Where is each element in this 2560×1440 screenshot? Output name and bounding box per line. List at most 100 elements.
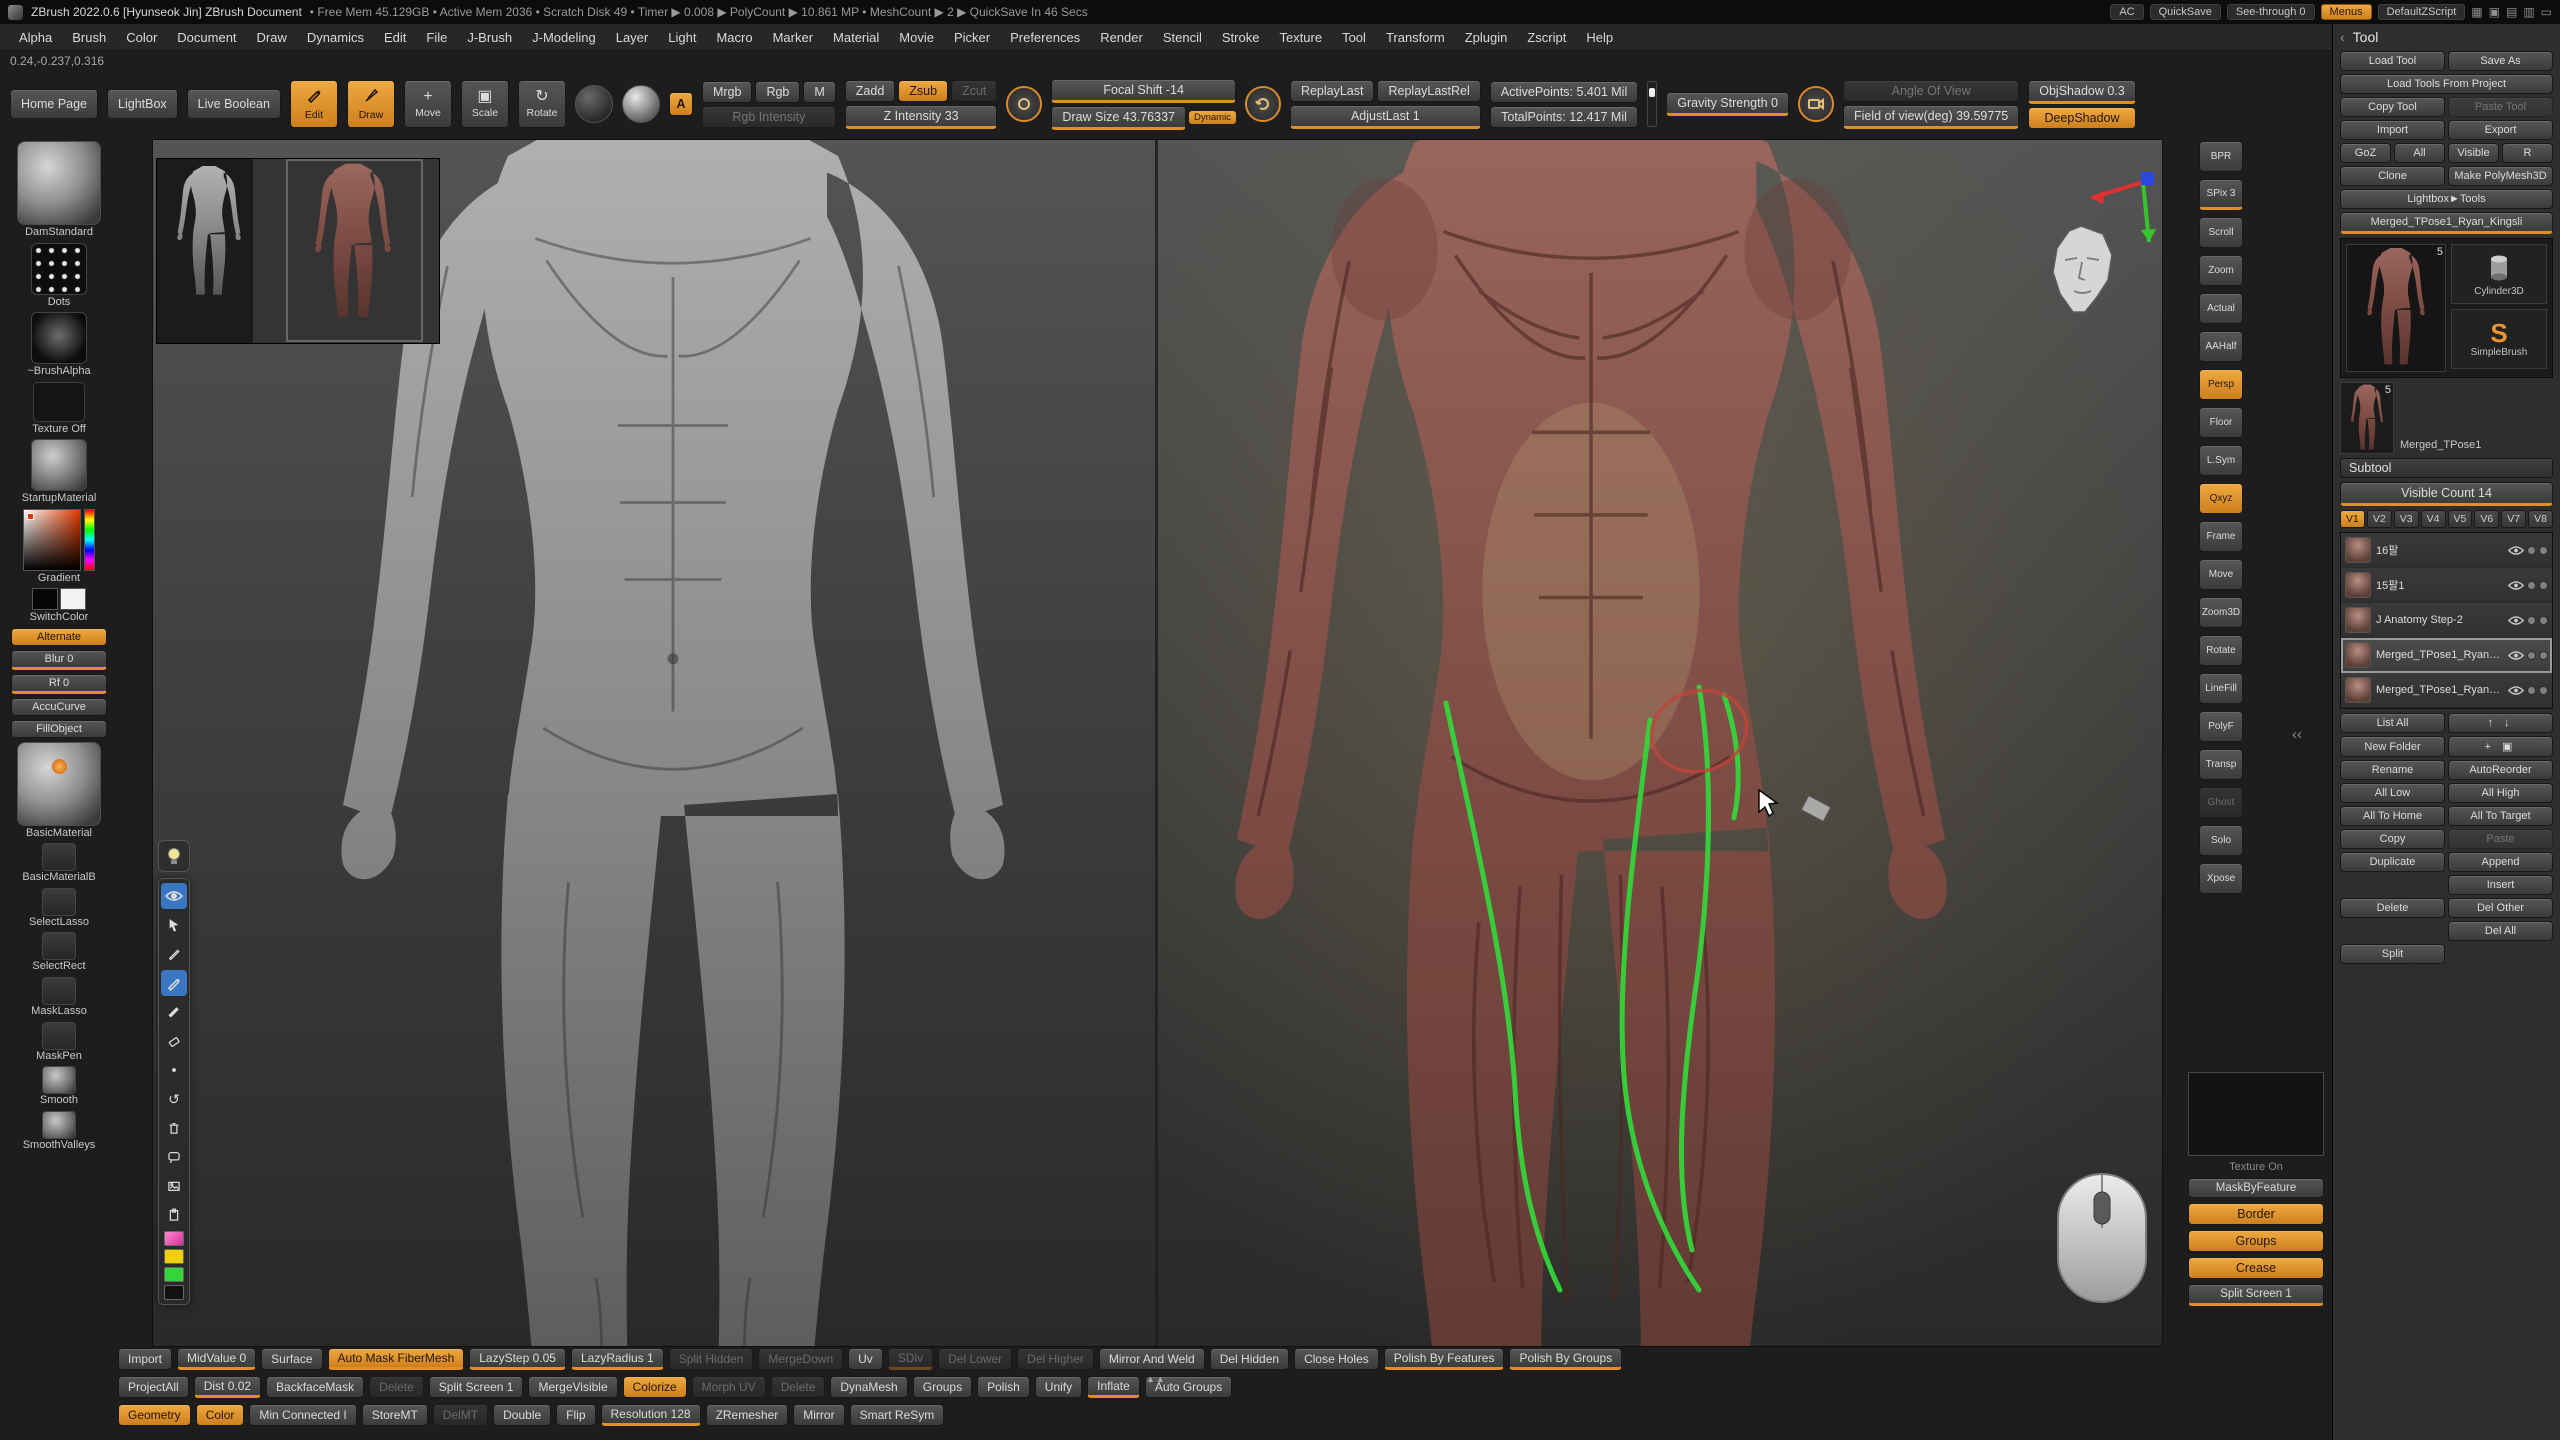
titlebar-chip[interactable]: Menus xyxy=(2321,4,2372,20)
subtool-section-header[interactable]: Subtool xyxy=(2340,458,2553,478)
subtool-action-button[interactable]: List All xyxy=(2340,713,2445,733)
tool-panel-header[interactable]: ‹ Tool xyxy=(2340,27,2553,47)
replay-last-rel-button[interactable]: ReplayLastRel xyxy=(1377,80,1480,102)
titlebar-window-icon[interactable]: ▥ xyxy=(2523,5,2534,19)
subtool-view-tab[interactable]: V2 xyxy=(2367,510,2392,528)
menu-item[interactable]: Texture xyxy=(1270,27,1331,48)
subtool-thumbnail[interactable] xyxy=(2345,537,2371,563)
fillobject-button[interactable]: FillObject xyxy=(11,720,107,738)
subtool-action-button[interactable]: Del Other xyxy=(2448,898,2553,918)
shelf-button[interactable]: Persp xyxy=(2199,369,2243,400)
subtool-view-tab[interactable]: V1 xyxy=(2340,510,2365,528)
panel-collapse-arrow[interactable]: ‹ xyxy=(2340,29,2345,45)
subtool-thumbnail[interactable] xyxy=(2345,677,2371,703)
subtool-action-button[interactable]: New Folder xyxy=(2340,736,2445,757)
bottom-button[interactable]: MergeDown xyxy=(758,1348,843,1370)
subtool-row[interactable]: Merged_TPose1_Ryan_Kingslie xyxy=(2341,673,2552,708)
menu-item[interactable]: Edit xyxy=(375,27,415,48)
camera-head-icon[interactable] xyxy=(2041,222,2123,325)
tool-panel-button[interactable]: Load Tool xyxy=(2340,51,2445,71)
subtool-view-tab[interactable]: V7 xyxy=(2501,510,2526,528)
recent-tool[interactable]: 5 Merged_TPose1 xyxy=(2340,382,2553,454)
visibility-eye-icon[interactable] xyxy=(2508,545,2524,556)
texture-off-thumbnail[interactable] xyxy=(33,382,85,422)
bottom-button[interactable]: Flip xyxy=(556,1404,595,1426)
tool-panel-button[interactable]: Copy Tool xyxy=(2340,97,2445,117)
subtool-view-tab[interactable]: V8 xyxy=(2528,510,2553,528)
bottom-button[interactable]: Color xyxy=(196,1404,245,1426)
tool-thumb-simplebrush[interactable]: S SimpleBrush xyxy=(2451,309,2547,369)
subtool-action-button[interactable]: ↑ ↓ xyxy=(2448,713,2553,733)
accucurve-button[interactable]: AccuCurve xyxy=(11,698,107,716)
subtool-action-button[interactable]: + ▣ xyxy=(2448,736,2553,757)
menu-item[interactable]: Picker xyxy=(945,27,999,48)
shelf-button[interactable]: Transp xyxy=(2199,749,2243,780)
angle-of-view-label[interactable]: Angle Of View xyxy=(1843,80,2019,102)
bottom-button[interactable]: ZRemesher xyxy=(706,1404,789,1426)
bottom-button[interactable]: Groups xyxy=(913,1376,972,1398)
pen-icon[interactable] xyxy=(161,941,187,967)
shelf-button[interactable]: Solo xyxy=(2199,825,2243,856)
tool-panel-button[interactable]: All xyxy=(2394,143,2445,163)
shelf-button[interactable]: Ghost xyxy=(2199,787,2243,818)
shelf-button[interactable]: AAHalf xyxy=(2199,331,2243,362)
bottom-button[interactable]: Del Lower xyxy=(938,1348,1012,1370)
basic-material-thumbnail[interactable] xyxy=(17,742,101,826)
gravity-strength-slider[interactable]: Gravity Strength 0 xyxy=(1666,92,1789,116)
uv-toggle[interactable] xyxy=(2539,651,2548,660)
bottom-button[interactable]: Split Hidden xyxy=(669,1348,754,1370)
lightbulb-pen-icon[interactable] xyxy=(158,840,190,872)
menu-item[interactable]: File xyxy=(417,27,456,48)
visibility-eye-icon[interactable] xyxy=(2508,685,2524,696)
tool-panel-button[interactable]: Load Tools From Project xyxy=(2340,74,2553,94)
menu-item[interactable]: Light xyxy=(659,27,705,48)
subtool-action-button[interactable]: Copy xyxy=(2340,829,2445,849)
m-button[interactable]: M xyxy=(803,81,835,103)
deep-shadow-button[interactable]: DeepShadow xyxy=(2028,107,2135,129)
shelf-button[interactable]: Frame xyxy=(2199,521,2243,552)
menu-item[interactable]: Material xyxy=(824,27,888,48)
subtool-action-button[interactable]: Rename xyxy=(2340,760,2445,780)
tool-panel-button[interactable]: Save As xyxy=(2448,51,2553,71)
bottom-button[interactable]: Close Holes xyxy=(1294,1348,1379,1370)
eraser-icon[interactable] xyxy=(161,1028,187,1054)
uv-toggle[interactable] xyxy=(2539,546,2548,555)
select-lasso-thumbnail[interactable] xyxy=(42,888,76,916)
group-action-button[interactable]: Groups xyxy=(2188,1230,2324,1252)
subtool-action-button[interactable]: Append xyxy=(2448,852,2553,872)
polypaint-toggle[interactable] xyxy=(2527,581,2536,590)
pencil-icon[interactable] xyxy=(161,970,187,996)
tool-panel-button[interactable]: Clone xyxy=(2340,166,2445,186)
uv-toggle[interactable] xyxy=(2539,581,2548,590)
subtool-action-button[interactable]: Split xyxy=(2340,944,2445,964)
dynamic-tag[interactable]: Dynamic xyxy=(1189,111,1236,124)
mask-by-feature-button[interactable]: MaskByFeature xyxy=(2188,1178,2324,1198)
subtool-row[interactable]: 15팔1 xyxy=(2341,568,2552,603)
scale-button[interactable]: ▣ Scale xyxy=(461,80,509,128)
bottom-button[interactable]: Inflate xyxy=(1087,1376,1140,1398)
rotate-button[interactable]: ↻ Rotate xyxy=(518,80,566,128)
current-material-preview[interactable] xyxy=(622,85,660,123)
titlebar-chip[interactable]: DefaultZScript xyxy=(2378,4,2466,20)
uv-toggle[interactable] xyxy=(2539,616,2548,625)
subtool-row[interactable]: 16팔 xyxy=(2341,533,2552,568)
shelf-button[interactable]: Zoom3D xyxy=(2199,597,2243,628)
draw-button[interactable]: Draw xyxy=(347,80,395,128)
subtool-action-button[interactable]: Paste xyxy=(2448,829,2553,849)
shelf-button[interactable]: Floor xyxy=(2199,407,2243,438)
menu-item[interactable]: Document xyxy=(168,27,245,48)
titlebar-window-icon[interactable]: ▣ xyxy=(2489,5,2500,19)
menu-item[interactable]: Help xyxy=(1577,27,1622,48)
bottom-button[interactable]: Mirror xyxy=(793,1404,844,1426)
subtool-thumbnail[interactable] xyxy=(2345,572,2371,598)
bottom-button[interactable]: Auto Mask FiberMesh xyxy=(328,1348,465,1370)
document-thumbnail[interactable] xyxy=(156,158,440,344)
color-chip-yellow[interactable] xyxy=(164,1249,184,1264)
bottom-button[interactable]: ProjectAll xyxy=(118,1376,189,1398)
menu-item[interactable]: Transform xyxy=(1377,27,1454,48)
smooth-brush-thumbnail[interactable] xyxy=(42,1066,76,1094)
hue-strip[interactable] xyxy=(84,509,95,571)
tool-panel-button[interactable]: Lightbox►Tools xyxy=(2340,189,2553,209)
color-chip-green[interactable] xyxy=(164,1267,184,1282)
brush-damstandard-thumbnail[interactable] xyxy=(17,141,101,225)
